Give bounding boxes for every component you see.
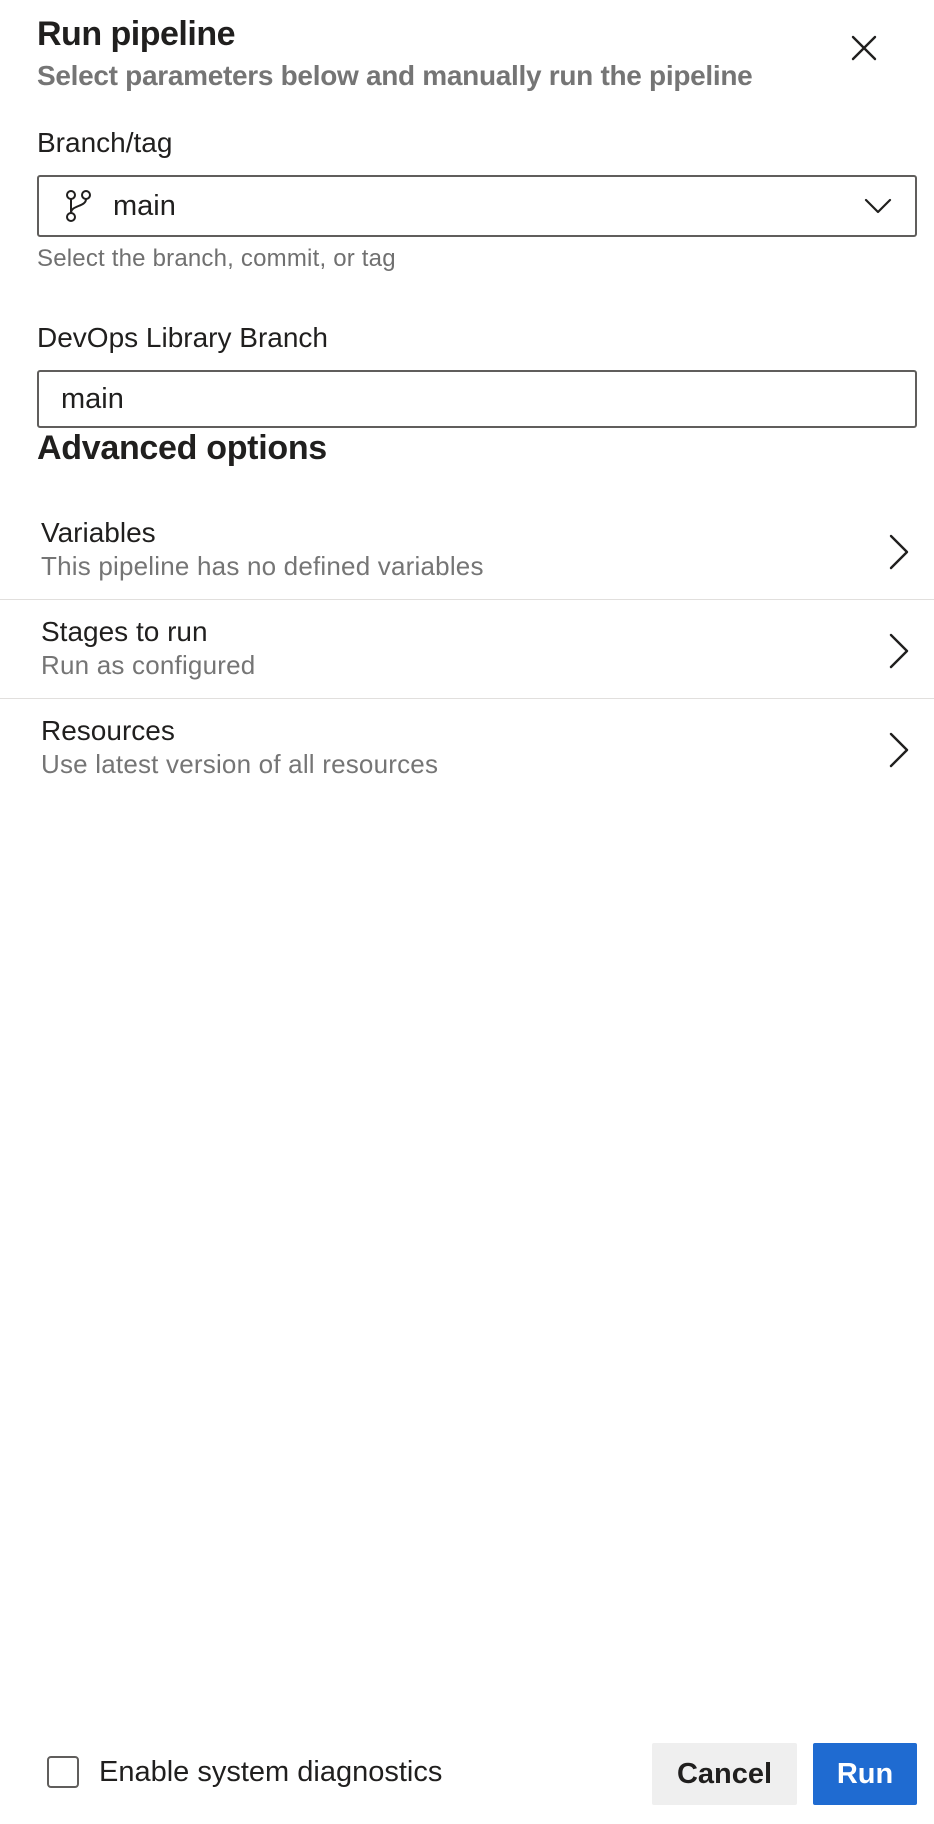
system-diagnostics-checkbox[interactable] — [47, 1756, 79, 1788]
stages-to-run-row[interactable]: Stages to run Run as configured — [0, 601, 934, 699]
page-subtitle: Select parameters below and manually run… — [37, 60, 753, 91]
system-diagnostics-label[interactable]: Enable system diagnostics — [99, 1754, 442, 1790]
git-branch-icon — [63, 189, 93, 223]
run-pipeline-panel: Run pipeline Select parameters below and… — [0, 0, 934, 1824]
dialog-header: Run pipeline Select parameters below and… — [37, 12, 857, 94]
resources-row[interactable]: Resources Use latest version of all reso… — [0, 700, 934, 798]
variables-subtitle: This pipeline has no defined variables — [41, 551, 484, 581]
devops-library-branch-input[interactable] — [37, 370, 917, 428]
chevron-down-icon — [861, 189, 895, 223]
stages-to-run-title: Stages to run — [41, 616, 208, 647]
variables-row[interactable]: Variables This pipeline has no defined v… — [0, 502, 934, 600]
resources-title: Resources — [41, 715, 175, 746]
variables-title: Variables — [41, 517, 156, 548]
close-icon — [851, 35, 877, 61]
branch-tag-helper: Select the branch, commit, or tag — [37, 245, 396, 272]
cancel-button[interactable]: Cancel — [652, 1743, 797, 1805]
resources-subtitle: Use latest version of all resources — [41, 749, 439, 779]
close-button[interactable] — [838, 22, 890, 74]
advanced-options-heading: Advanced options — [37, 429, 327, 467]
branch-tag-label: Branch/tag — [37, 127, 173, 158]
page-title: Run pipeline — [37, 15, 236, 53]
chevron-right-icon — [884, 730, 914, 770]
run-button[interactable]: Run — [813, 1743, 917, 1805]
devops-library-branch-label: DevOps Library Branch — [37, 322, 329, 353]
stages-to-run-subtitle: Run as configured — [41, 650, 256, 680]
chevron-right-icon — [884, 631, 914, 671]
branch-tag-value: main — [113, 189, 176, 222]
chevron-right-icon — [884, 532, 914, 572]
branch-tag-dropdown[interactable]: main — [37, 175, 917, 237]
